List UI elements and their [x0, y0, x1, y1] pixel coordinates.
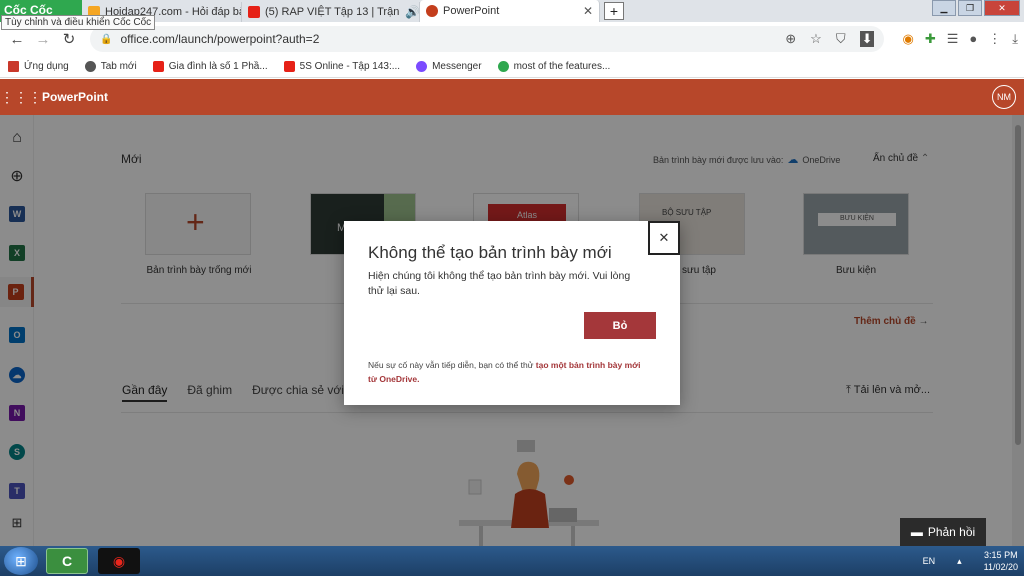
bookmark-new-tab[interactable]: Tab mới: [84, 61, 137, 72]
garena-icon: ◉: [112, 552, 126, 569]
omnibox-icons: ⊕ ☆ ⛉ ⬇: [785, 31, 875, 47]
clock-time: 3:15 PM: [984, 550, 1018, 560]
bookmark-star-icon[interactable]: ☆: [810, 31, 822, 47]
new-tab-button[interactable]: +: [604, 2, 624, 20]
url-text: office.com/launch/powerpoint?auth=2: [120, 32, 320, 46]
playlist-icon[interactable]: ☰: [947, 31, 959, 47]
close-tab-icon[interactable]: ✕: [577, 4, 593, 18]
youtube-icon: [283, 61, 295, 72]
forward-icon[interactable]: →: [32, 31, 54, 48]
bookmark-label: Ứng dụng: [24, 61, 69, 72]
error-dialog: Không thể tạo bản trình bày mới Hiện chú…: [344, 221, 680, 405]
bookmark-label: Gia đình là số 1 Phầ...: [168, 61, 268, 72]
bookmark-label: most of the features...: [513, 61, 611, 72]
office-header: ⋮⋮⋮ PowerPoint NM: [0, 79, 1024, 115]
globe-icon: [84, 61, 96, 72]
profile-icon[interactable]: ●: [969, 31, 977, 47]
app-launcher-icon[interactable]: ⋮⋮⋮: [0, 89, 42, 106]
taskbar-coccoc[interactable]: C: [46, 548, 88, 574]
coccoc-icon: C: [61, 553, 73, 569]
extension-ring-icon[interactable]: ◉: [902, 31, 913, 47]
window-controls: ▁ ❐ ✕: [932, 0, 1020, 16]
menu-dots-icon[interactable]: ⋮: [988, 31, 1001, 47]
footer-text: Nếu sự cố này vẫn tiếp diễn, bạn có thể …: [368, 360, 536, 370]
url-input[interactable]: 🔒 office.com/launch/powerpoint?auth=2 ⊕ …: [90, 26, 885, 52]
feedback-button[interactable]: ▬ Phản hồi: [900, 518, 986, 546]
back-icon[interactable]: ←: [6, 31, 28, 48]
bookmark-features[interactable]: most of the features...: [497, 61, 611, 72]
tab-title: PowerPoint: [443, 5, 500, 17]
window-close-icon[interactable]: ✕: [984, 0, 1020, 16]
toolbar-icons: ◉ ✚ ☰ ● ⋮ ⤓: [888, 31, 1018, 47]
dialog-message: Hiện chúng tôi không thể tạo bản trình b…: [368, 270, 631, 297]
tray-arrow-icon[interactable]: ▴: [957, 556, 962, 567]
dialog-title: Không thể tạo bản trình bày mới: [368, 243, 612, 262]
download-box-icon[interactable]: ⬇: [859, 31, 875, 47]
dialog-footer: Nếu sự cố này vẫn tiếp diễn, bạn có thể …: [368, 358, 648, 386]
clock[interactable]: 3:15 PM 11/02/20: [984, 549, 1018, 573]
feedback-label: Phản hồi: [927, 525, 976, 539]
restore-icon[interactable]: ❐: [958, 0, 982, 16]
close-tab-icon[interactable]: 🔊 ✕: [399, 5, 419, 19]
clock-date: 11/02/20: [983, 562, 1018, 572]
bookmark-label: Tab mới: [100, 61, 137, 72]
youtube-icon: [152, 61, 164, 72]
leaf-icon: [497, 61, 509, 72]
tab-powerpoint[interactable]: PowerPoint ✕: [420, 0, 600, 22]
tab-rap-viet[interactable]: (5) RAP VIỆT Tập 13 | Trận 🔊 ✕: [242, 2, 420, 22]
reload-icon[interactable]: ↻: [58, 30, 80, 48]
start-button[interactable]: ⊞: [4, 547, 38, 575]
puzzle-icon[interactable]: ✚: [925, 31, 936, 47]
messenger-icon: [416, 61, 428, 72]
close-icon[interactable]: ✕: [648, 221, 680, 255]
zoom-icon[interactable]: ⊕: [785, 31, 796, 47]
powerpoint-favicon-icon: [426, 5, 438, 17]
bookmark-label: 5S Online - Tập 143:...: [299, 61, 401, 72]
tooltip: Tùy chỉnh và điều khiển Cốc Cốc: [1, 15, 156, 30]
bookmark-gia-dinh[interactable]: Gia đình là số 1 Phầ...: [152, 61, 268, 72]
apps-grid-icon: [8, 61, 19, 72]
avatar[interactable]: NM: [992, 85, 1016, 109]
app-title[interactable]: PowerPoint: [42, 90, 108, 104]
dismiss-button[interactable]: Bỏ: [584, 312, 656, 339]
shield-icon[interactable]: ⛉: [836, 31, 846, 47]
bookmark-messenger[interactable]: Messenger: [416, 61, 482, 72]
download-icon[interactable]: ⤓: [1012, 31, 1018, 47]
system-tray: EN ▴ 3:15 PM 11/02/20: [923, 549, 1018, 573]
language-indicator[interactable]: EN: [923, 556, 936, 566]
minimize-icon[interactable]: ▁: [932, 0, 956, 16]
bookmark-apps[interactable]: Ứng dụng: [8, 61, 69, 72]
youtube-favicon-icon: [248, 6, 260, 18]
bookmark-label: Messenger: [432, 61, 482, 72]
bookmarks-bar: Ứng dụng Tab mới Gia đình là số 1 Phầ...…: [0, 56, 1024, 78]
bookmark-5s-online[interactable]: 5S Online - Tập 143:...: [283, 61, 401, 72]
windows-taskbar: ⊞ C ◉ EN ▴ 3:15 PM 11/02/20: [0, 546, 1024, 576]
taskbar-garena[interactable]: ◉: [98, 548, 140, 574]
chat-icon: ▬: [910, 525, 923, 539]
tab-title: (5) RAP VIỆT Tập 13 | Trận: [265, 6, 400, 18]
lock-icon: 🔒: [100, 33, 113, 45]
